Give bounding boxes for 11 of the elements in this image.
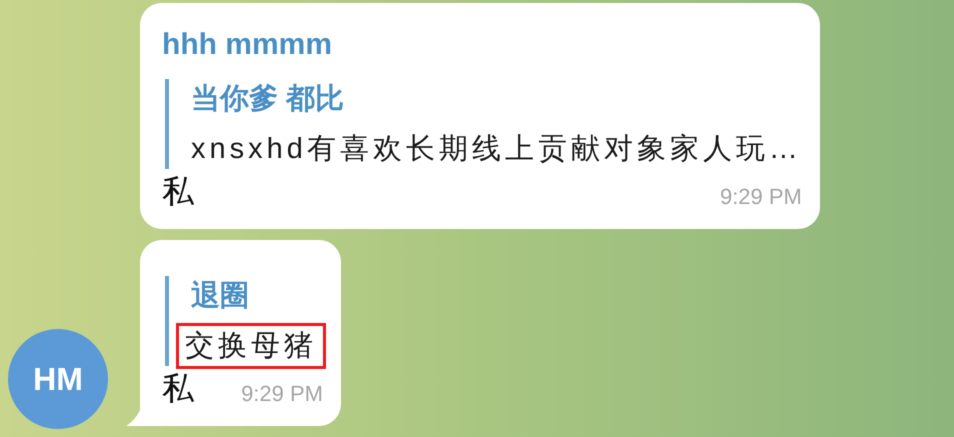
- sender-name: hhh mmmm: [162, 27, 332, 63]
- message-time: 9:29 PM: [241, 380, 323, 408]
- reply-quote[interactable]: 退圈 交换母猪: [165, 276, 323, 366]
- reply-quote[interactable]: 当你爹 都比 xnsxhd有喜欢长期线上贡献对象家人玩…: [165, 79, 802, 169]
- message-text: 私: [162, 369, 194, 408]
- highlighted-quote-text: 交换母猪: [179, 326, 323, 366]
- message-time: 9:29 PM: [720, 183, 802, 211]
- quoted-text: xnsxhd有喜欢长期线上贡献对象家人玩…: [191, 132, 802, 167]
- message-text: 私: [162, 172, 194, 211]
- quoted-author: 当你爹 都比: [191, 82, 344, 117]
- quoted-author: 退圈: [191, 279, 249, 314]
